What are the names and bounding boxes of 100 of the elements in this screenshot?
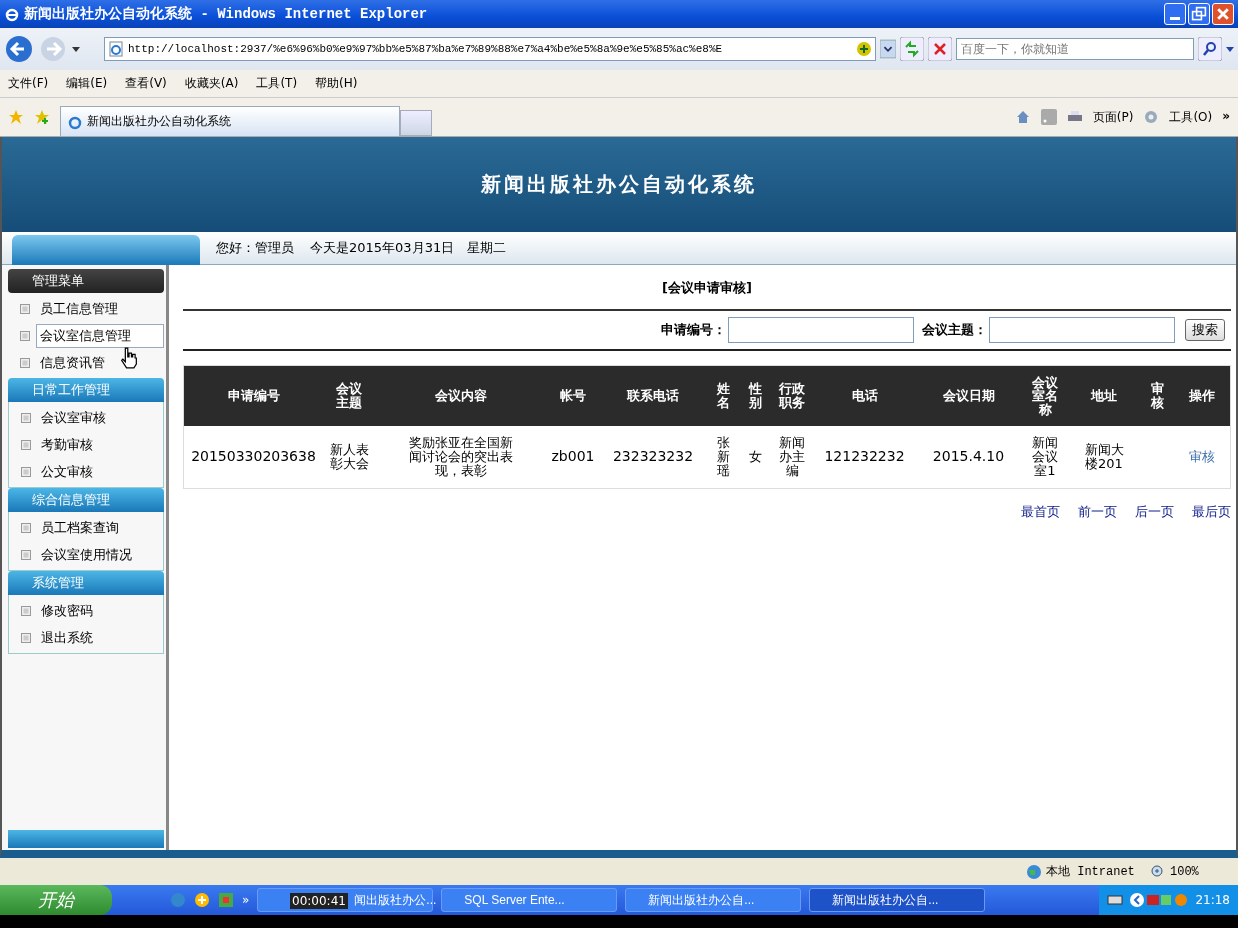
gear-icon[interactable]: [1143, 109, 1160, 125]
column-header: 会议日期: [942, 389, 995, 403]
dropdown-icon[interactable]: [1226, 45, 1234, 53]
column-header: 会议室名称: [1032, 375, 1058, 417]
new-tab-button[interactable]: [400, 110, 432, 136]
page-menu[interactable]: 页面(P): [1092, 108, 1134, 126]
table-cell: 张新瑶: [716, 435, 730, 479]
field-label: 申请编号：: [661, 321, 726, 339]
minimize-icon: [1170, 17, 1180, 20]
column-header: 地址: [1091, 389, 1117, 403]
taskbar-button[interactable]: 新闻出版社办公自...: [809, 888, 986, 912]
sidebar-item[interactable]: 会议室信息管理: [36, 323, 164, 348]
menu-item[interactable]: 查看(V): [125, 75, 167, 92]
search-icon[interactable]: [1198, 37, 1222, 61]
window-title: 新闻出版社办公自动化系统 - Windows Internet Explorer: [24, 5, 428, 23]
keyboard-icon[interactable]: [1107, 892, 1124, 908]
table-cell: 女: [748, 449, 762, 465]
sidebar-item[interactable]: 考勤审核: [37, 432, 97, 457]
pagination-link[interactable]: 后一页: [1135, 503, 1174, 521]
tray-icons-drawing[interactable]: [1129, 892, 1190, 908]
menu-item[interactable]: 工具(T): [256, 75, 298, 92]
video-timestamp: 00:00:41: [290, 893, 348, 909]
table-cell: 新人表彰大会: [329, 442, 369, 472]
table-cell: 新闻办主编: [779, 435, 805, 479]
table-cell: 121232232: [824, 449, 905, 465]
page-icon: [21, 549, 31, 560]
hand-cursor-icon: [120, 347, 138, 369]
browser-tab[interactable]: 新闻出版社办公自动化系统: [60, 106, 400, 136]
star-icon[interactable]: [8, 109, 24, 125]
menu-section-header[interactable]: 管理菜单: [8, 269, 164, 293]
column-header: 姓名: [716, 382, 730, 410]
stop-icon[interactable]: [928, 37, 952, 61]
column-header: 性别: [748, 382, 762, 410]
add-icon[interactable]: [856, 41, 872, 57]
page-icon: [108, 41, 124, 57]
page-icon: [20, 303, 30, 314]
pagination-link[interactable]: 前一页: [1078, 503, 1117, 521]
input-field[interactable]: [728, 317, 914, 343]
globe-icon: [1026, 863, 1042, 880]
table-cell: 新闻大楼201: [1084, 442, 1124, 472]
sidebar-item[interactable]: 员工信息管理: [36, 296, 122, 321]
column-header: 申请编号: [227, 389, 280, 403]
menu-item[interactable]: 文件(F): [8, 75, 49, 92]
restore-button[interactable]: [1188, 3, 1210, 25]
page-icon: [21, 412, 31, 423]
feed-icon[interactable]: [1040, 109, 1057, 125]
sidebar-item[interactable]: 修改密码: [37, 598, 97, 623]
column-header: 电话: [851, 389, 878, 403]
zoom-icon[interactable]: [1150, 863, 1166, 880]
zoom-level[interactable]: 100%: [1170, 864, 1230, 879]
close-icon: [1215, 6, 1231, 22]
greeting-text: 您好：管理员: [216, 239, 294, 257]
table-cell: 2015.4.10: [932, 449, 1005, 465]
add-icon[interactable]: [194, 892, 210, 908]
sidebar-item[interactable]: 公文审核: [37, 459, 97, 484]
sidebar-item[interactable]: 会议室审核: [37, 405, 110, 430]
content-title: [会议申请审核]: [183, 265, 1231, 311]
search-field[interactable]: 百度一下，你就知道: [956, 38, 1194, 60]
tools-menu[interactable]: 工具(O): [1169, 108, 1213, 126]
table-cell: 新闻会议室1: [1032, 435, 1058, 479]
pagination-link[interactable]: 最首页: [1021, 503, 1060, 521]
add-favorite-icon[interactable]: [34, 109, 50, 125]
taskbar-button[interactable]: SQL Server Ente...: [441, 888, 618, 912]
taskbar-button[interactable]: 新闻出版社办公自...: [625, 888, 802, 912]
column-header: 联系电话: [627, 389, 679, 403]
more-button[interactable]: »: [1222, 108, 1230, 123]
pagination-link[interactable]: 最后页: [1192, 503, 1231, 521]
table-cell: 奖励张亚在全国新闻讨论会的突出表现，表彰: [408, 435, 513, 479]
menu-item[interactable]: 帮助(H): [315, 75, 358, 92]
back-icon[interactable]: [4, 34, 34, 64]
column-header: 行政职务: [779, 382, 805, 410]
column-header: 审核: [1150, 382, 1164, 410]
table-cell: 20150330203638: [191, 449, 316, 465]
clock: 21:18: [1195, 893, 1230, 907]
address-field[interactable]: http://localhost:2937/%e6%96%b0%e9%97%bb%e5%87%ba%e7%89%88%e7%a4%be%e5%8a%9e%e5%85%ac%e8%E: [104, 37, 876, 61]
close-button[interactable]: [1212, 3, 1234, 25]
column-header: 会议内容: [434, 389, 487, 403]
menu-item[interactable]: 收藏夹(A): [184, 75, 239, 92]
page-icon: [21, 439, 31, 450]
column-header: 帐号: [560, 389, 586, 403]
field-label: 会议主题：: [922, 321, 987, 339]
sidebar-item[interactable]: 员工档案查询: [37, 515, 123, 540]
page-icon: [21, 522, 31, 533]
dropdown-icon[interactable]: [880, 39, 896, 59]
restore-icon: [1191, 6, 1207, 22]
more-button[interactable]: »: [242, 893, 250, 907]
page-icon: [20, 357, 30, 368]
page-icon: [21, 605, 31, 616]
date-text: 今天是2015年03月31日 星期二: [310, 239, 507, 257]
menu-item[interactable]: 编辑(E): [66, 75, 108, 92]
page-icon: [21, 466, 31, 477]
sidebar-item[interactable]: 退出系统: [37, 625, 97, 650]
search-button[interactable]: 搜索: [1185, 319, 1225, 341]
input-field[interactable]: [989, 317, 1175, 343]
sidebar-item[interactable]: 信息资讯管: [36, 350, 109, 375]
sidebar-item[interactable]: 会议室使用情况: [37, 542, 136, 567]
review-link[interactable]: 审核: [1189, 448, 1215, 464]
column-header: 会议主题: [336, 382, 362, 410]
dropdown-icon[interactable]: [72, 45, 80, 53]
minimize-button[interactable]: [1164, 3, 1186, 25]
